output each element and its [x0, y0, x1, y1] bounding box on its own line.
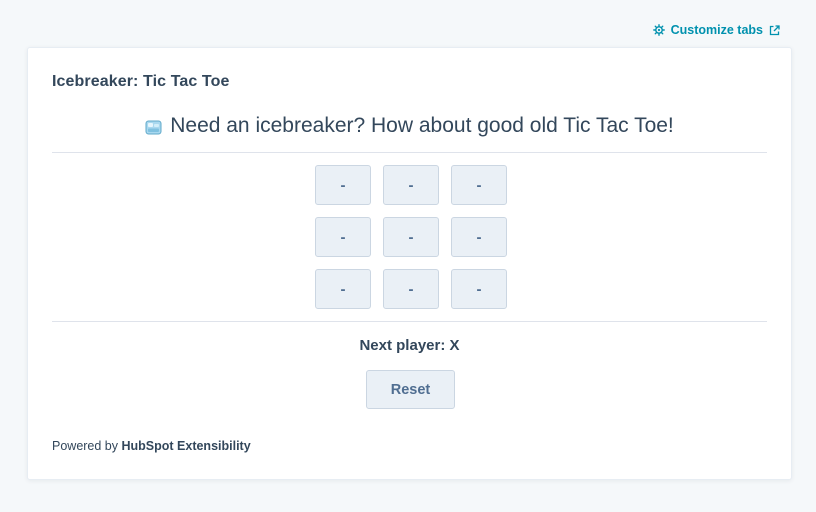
board-cell-r3-c2[interactable]: - — [383, 269, 439, 309]
reset-button[interactable]: Reset — [366, 370, 455, 409]
card-title: Icebreaker: Tic Tac Toe — [52, 73, 230, 90]
powered-by-footer: Powered by HubSpot Extensibility — [52, 439, 251, 453]
divider-bottom — [52, 321, 767, 322]
board-cell-r1-c2[interactable]: - — [383, 165, 439, 205]
board-cell-r3-c1[interactable]: - — [315, 269, 371, 309]
board-cell-r2-c3[interactable]: - — [451, 217, 507, 257]
divider-top — [52, 152, 767, 153]
headline: Need an icebreaker? How about good old T… — [28, 114, 791, 138]
board-cell-r1-c1[interactable]: - — [315, 165, 371, 205]
page: Customize tabs Icebreaker: Tic Tac Toe N… — [0, 0, 816, 512]
customize-tabs-label: Customize tabs — [670, 23, 763, 37]
ice-cube-icon — [145, 118, 162, 135]
external-link-icon — [769, 24, 780, 36]
customize-tabs-link[interactable]: Customize tabs — [652, 23, 780, 37]
board-cell-r2-c1[interactable]: - — [315, 217, 371, 257]
powered-by-prefix: Powered by — [52, 439, 122, 453]
headline-text: Need an icebreaker? How about good old T… — [170, 114, 674, 137]
board-cell-r3-c3[interactable]: - — [451, 269, 507, 309]
next-player-status: Next player: X — [359, 337, 460, 354]
board-cell-r1-c3[interactable]: - — [451, 165, 507, 205]
powered-by-brand: HubSpot Extensibility — [121, 439, 251, 453]
tic-tac-toe-board: - - - - - - - - - — [315, 165, 507, 309]
board-cell-r2-c2[interactable]: - — [383, 217, 439, 257]
gear-icon — [652, 24, 665, 36]
icebreaker-card: Icebreaker: Tic Tac Toe Need an icebreak… — [27, 47, 792, 480]
